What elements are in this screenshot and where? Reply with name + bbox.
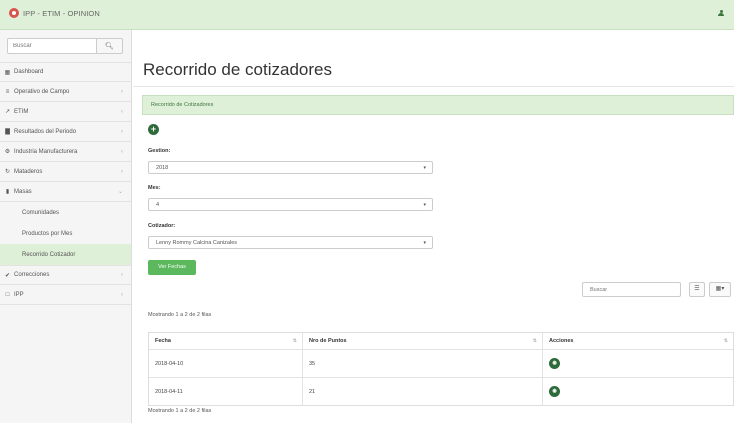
top-navbar: IPP - ETIM - OPINION — [0, 0, 734, 30]
cell-puntos: 35 — [303, 350, 543, 377]
cell-fecha: 2018-04-10 — [149, 350, 303, 377]
columns-toggle-button[interactable]: ☰ — [689, 282, 705, 297]
export-button[interactable]: ▦▾ — [709, 282, 731, 297]
sort-icon: ⇅ — [532, 338, 537, 344]
main-content: Recorrido de cotizadores Recorrido de Co… — [133, 30, 734, 423]
sidebar-item-correcciones[interactable]: ✔ Correcciones ‹ — [0, 265, 131, 285]
cell-puntos: 21 — [303, 378, 543, 405]
sidebar-search-input[interactable] — [7, 38, 97, 54]
chevron-left-icon: ‹ — [121, 128, 123, 135]
sidebar: 🔍︎ ▦ Dashboard ≡ Operativo de Campo ‹ ↗ … — [0, 30, 132, 423]
column-label: Acciones — [549, 338, 574, 344]
cotizador-value: Lenny Rommy Calcina Canizales — [156, 240, 238, 246]
sort-icon: ⇅ — [723, 338, 728, 344]
cotizador-label: Cotizador: — [148, 223, 176, 229]
sidebar-item-etim[interactable]: ↗ ETIM ‹ — [0, 102, 131, 122]
sidebar-item-ipp[interactable]: □ IPP ‹ — [0, 285, 131, 305]
ipp-icon: □ — [5, 291, 10, 298]
cell-acciones: ◉ — [543, 378, 733, 405]
check-icon: ✔ — [4, 272, 11, 279]
sidebar-item-industria[interactable]: ⚙ Industria Manufacturera ‹ — [0, 142, 131, 162]
sidebar-item-label: Industria Manufacturera — [14, 148, 78, 155]
mataderos-icon: ↻ — [4, 169, 11, 175]
gestion-value: 2018 — [156, 165, 169, 171]
pagination-info-top: Mostrando 1 a 2 de 2 filas — [148, 312, 212, 318]
sidebar-item-dashboard[interactable]: ▦ Dashboard — [0, 62, 131, 82]
caret-down-icon: ▾ — [423, 165, 426, 171]
panel-header: Recorrido de Cotizadores — [142, 95, 734, 115]
sidebar-search: 🔍︎ — [7, 38, 124, 54]
operativo-icon: ≡ — [5, 88, 10, 95]
chevron-left-icon: ‹ — [121, 108, 123, 115]
sidebar-item-masas[interactable]: ▮ Masas ⌄ — [0, 182, 131, 202]
table-search-input[interactable] — [582, 282, 681, 297]
page-title: Recorrido de cotizadores — [143, 60, 332, 79]
brand[interactable]: IPP - ETIM - OPINION — [9, 8, 100, 18]
sort-icon: ⇅ — [292, 338, 297, 344]
logo-icon — [9, 8, 19, 18]
sidebar-subitem-productos[interactable]: Productos por Mes — [0, 223, 131, 244]
masas-icon: ▮ — [5, 189, 10, 195]
mes-select[interactable]: 4 ▾ — [148, 198, 433, 211]
column-header-acciones[interactable]: Acciones ⇅ — [543, 333, 733, 349]
view-icon[interactable]: ◉ — [549, 386, 560, 397]
grid-dropdown-icon: ▦▾ — [715, 286, 725, 292]
sidebar-item-label: Masas — [14, 188, 32, 195]
sidebar-subitem-recorrido[interactable]: Recorrido Cotizador — [0, 244, 131, 265]
divider — [133, 86, 734, 87]
sidebar-item-operativo[interactable]: ≡ Operativo de Campo ‹ — [0, 82, 131, 102]
cotizador-select[interactable]: Lenny Rommy Calcina Canizales ▾ — [148, 236, 433, 249]
chevron-left-icon: ‹ — [121, 168, 123, 175]
sidebar-item-label: Correcciones — [14, 272, 50, 278]
app-title: IPP - ETIM - OPINION — [23, 8, 100, 18]
chevron-left-icon: ‹ — [121, 291, 123, 298]
columns-icon: ☰ — [694, 286, 700, 292]
cell-fecha: 2018-04-11 — [149, 378, 303, 405]
industry-icon: ⚙ — [4, 149, 11, 155]
sidebar-item-label: Resultados del Periodo — [14, 128, 77, 135]
sidebar-item-label: Mataderos — [14, 168, 43, 175]
chevron-down-icon: ⌄ — [117, 189, 123, 195]
gestion-label: Gestion: — [148, 148, 171, 154]
table-header-row: Fecha ⇅ Nro de Puntos ⇅ Acciones ⇅ — [149, 333, 733, 350]
sidebar-item-label: Operativo de Campo — [14, 88, 70, 95]
column-label: Fecha — [155, 338, 171, 344]
pagination-info-bottom: Mostrando 1 a 2 de 2 filas — [148, 408, 212, 414]
table-row: 2018-04-11 21 ◉ — [149, 378, 733, 405]
sidebar-subitem-comunidades[interactable]: Comunidades — [0, 202, 131, 223]
results-table: Fecha ⇅ Nro de Puntos ⇅ Acciones ⇅ 2018-04-… — [148, 332, 734, 406]
sidebar-item-mataderos[interactable]: ↻ Mataderos ‹ — [0, 162, 131, 182]
mes-value: 4 — [156, 202, 160, 208]
chevron-left-icon: ‹ — [121, 272, 123, 278]
bar-chart-icon: ▇ — [5, 129, 10, 135]
sidebar-item-label: IPP — [14, 291, 24, 298]
column-label: Nro de Puntos — [309, 338, 347, 344]
column-header-fecha[interactable]: Fecha ⇅ — [149, 333, 303, 349]
add-button[interactable]: + — [148, 124, 159, 135]
sidebar-item-label: Dashboard — [14, 69, 44, 75]
gestion-select[interactable]: 2018 ▾ — [148, 161, 433, 174]
panel-title: Recorrido de Cotizadores — [151, 102, 214, 108]
caret-down-icon: ▾ — [423, 240, 426, 246]
table-row: 2018-04-10 35 ◉ — [149, 350, 733, 378]
sidebar-item-label: ETIM — [14, 108, 29, 115]
chevron-left-icon: ‹ — [121, 148, 123, 155]
user-icon[interactable] — [718, 10, 724, 16]
cell-acciones: ◉ — [543, 350, 733, 377]
ver-fechas-button[interactable]: Ver Fechas — [148, 260, 196, 275]
caret-down-icon: ▾ — [423, 202, 426, 208]
search-icon[interactable]: 🔍︎ — [97, 38, 123, 54]
view-icon[interactable]: ◉ — [549, 358, 560, 369]
sidebar-item-resultados[interactable]: ▇ Resultados del Periodo ‹ — [0, 122, 131, 142]
column-header-puntos[interactable]: Nro de Puntos ⇅ — [303, 333, 543, 349]
mes-label: Mes: — [148, 185, 161, 191]
wrench-icon: ↗ — [4, 109, 11, 115]
dashboard-icon: ▦ — [4, 69, 11, 76]
chevron-left-icon: ‹ — [121, 88, 123, 95]
